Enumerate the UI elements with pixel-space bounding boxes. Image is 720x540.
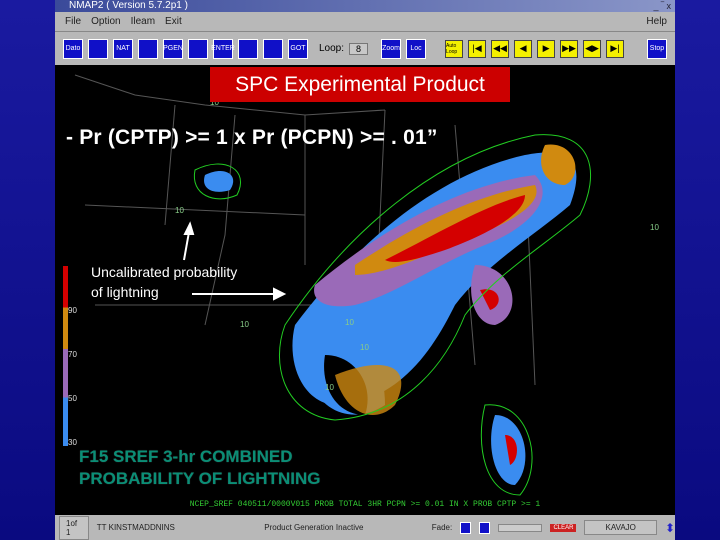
- product-line-2: PROBABILITY OF LIGHTNING: [79, 469, 321, 488]
- product-line-1: F15 SREF 3-hr COMBINED: [79, 447, 293, 466]
- legend-label: 30: [68, 438, 77, 447]
- legend-label: 50: [68, 394, 77, 403]
- legend-label: 70: [68, 350, 77, 359]
- product-label: F15 SREF 3-hr COMBINED PROBABILITY OF LIG…: [79, 446, 320, 490]
- legend-label: 90: [68, 306, 77, 315]
